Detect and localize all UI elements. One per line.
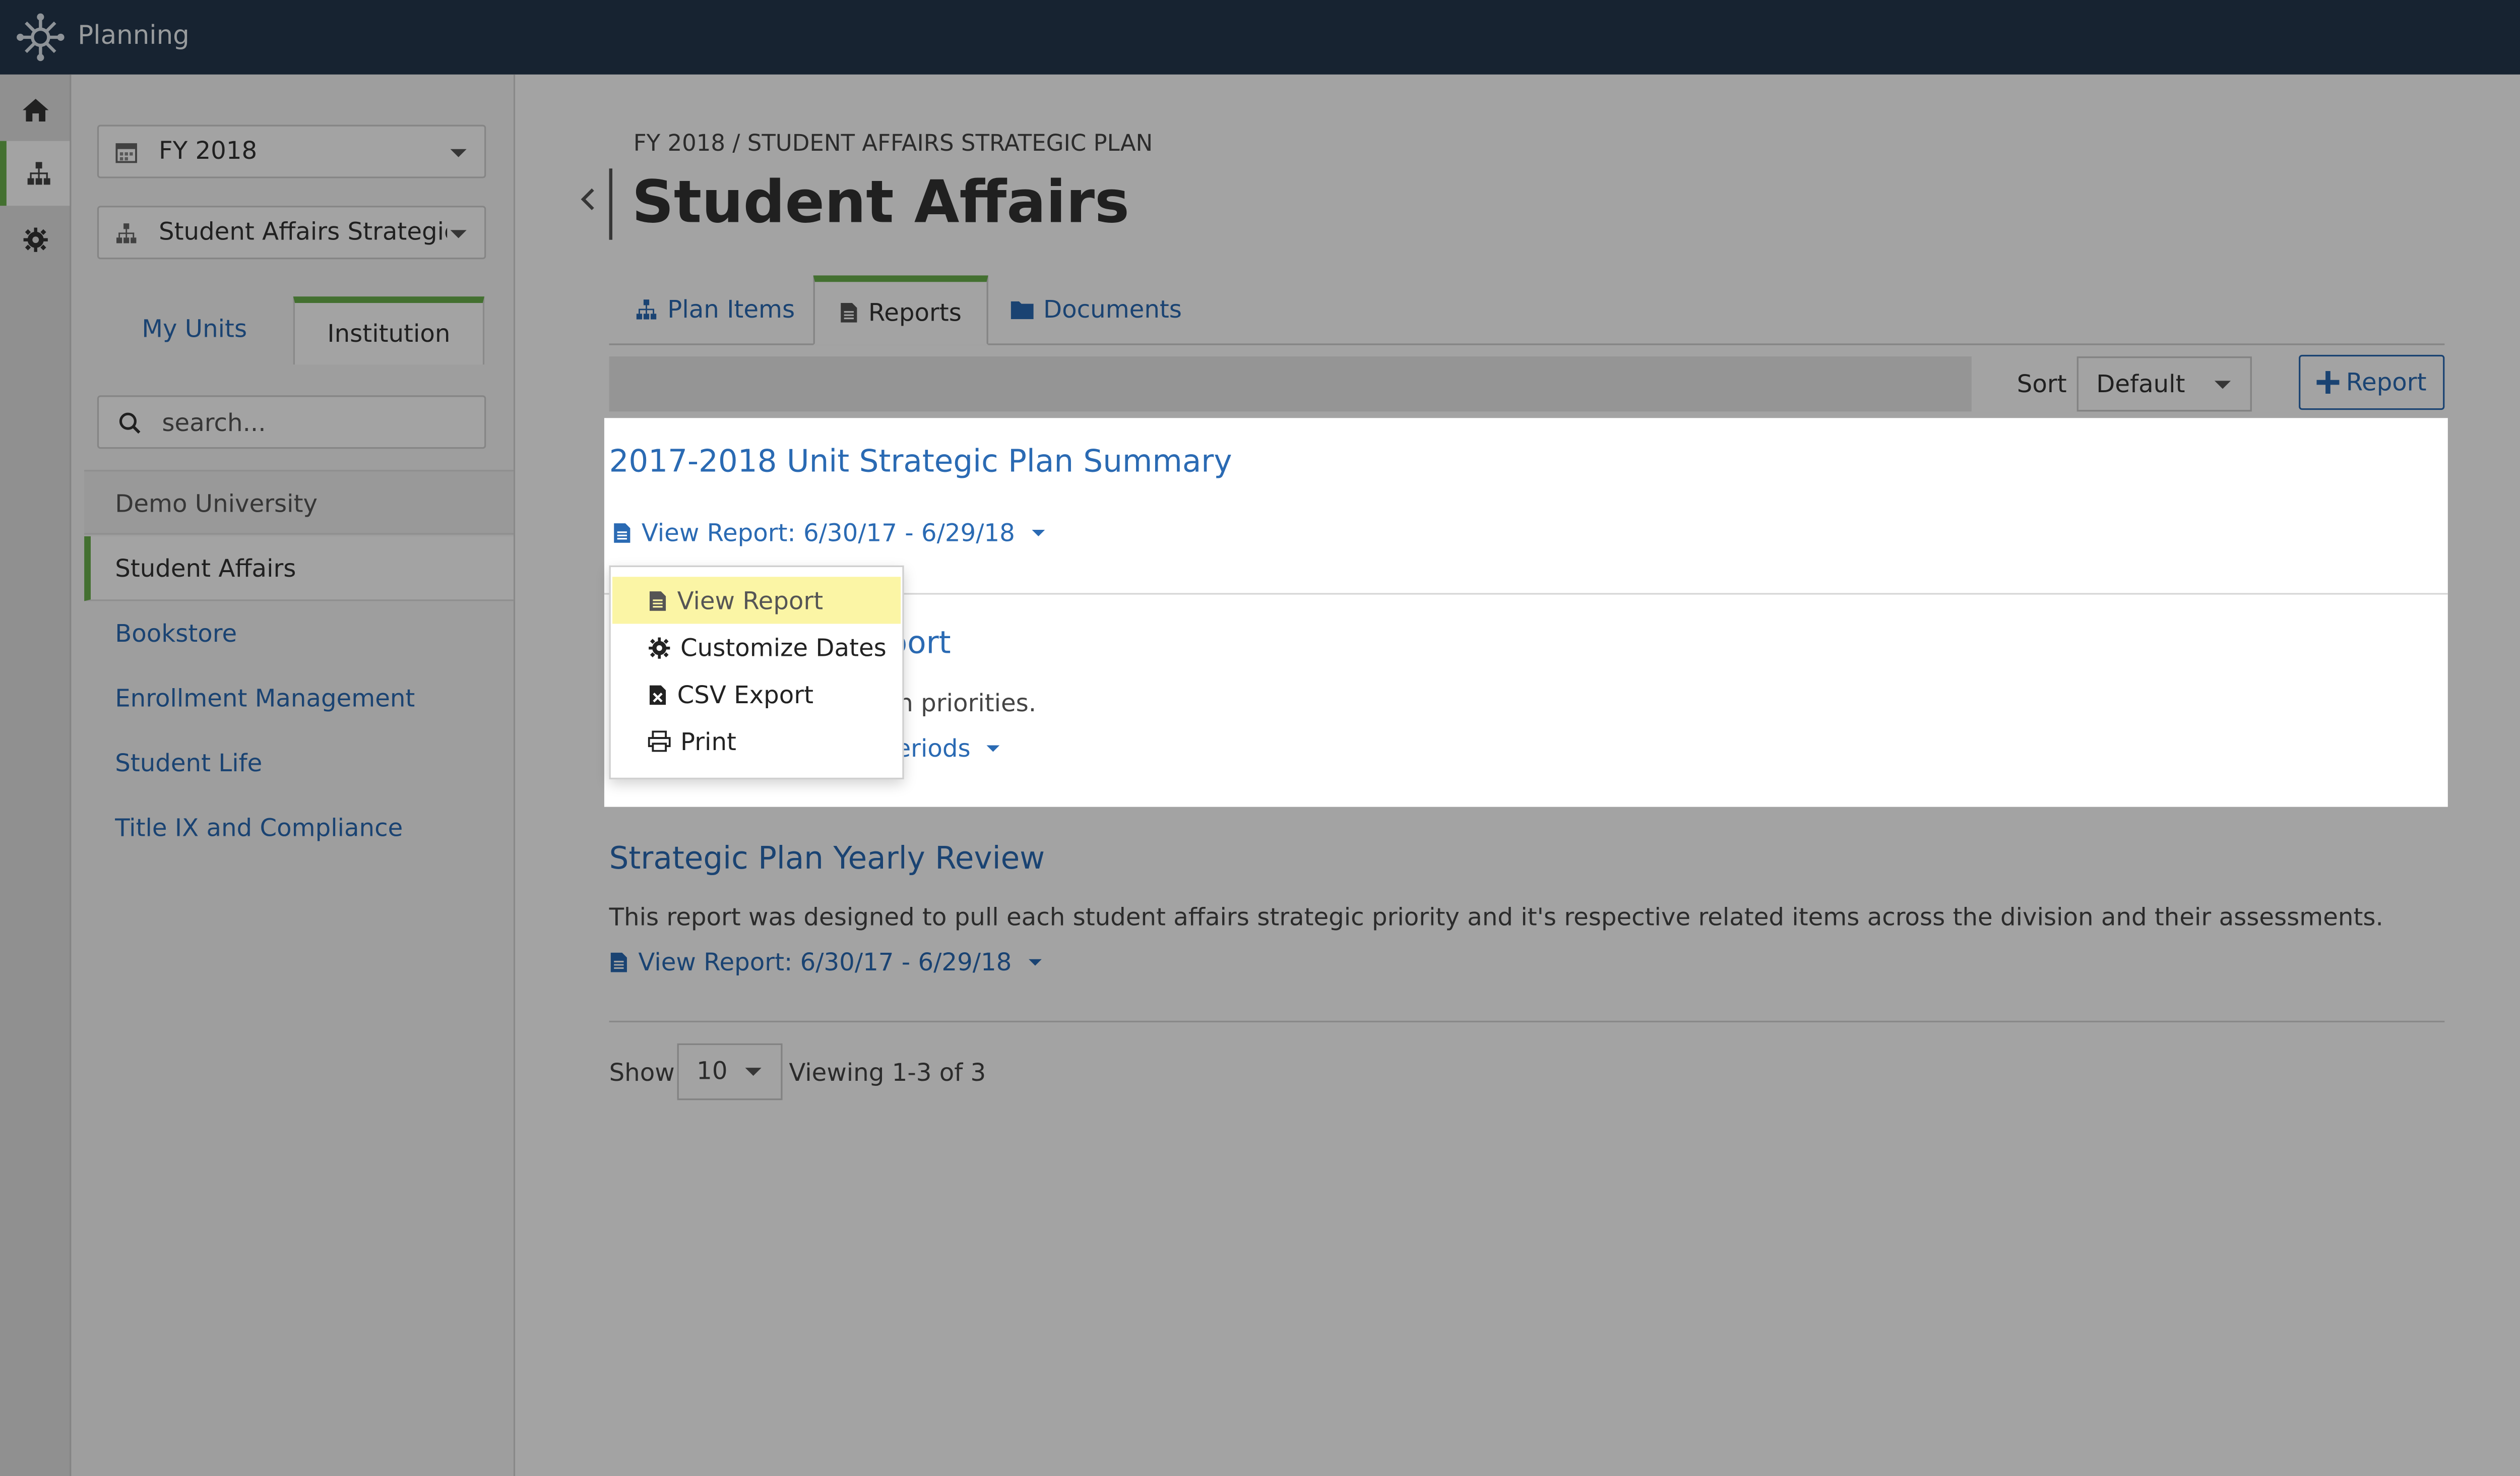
menu-item-print[interactable]: Print [612, 718, 901, 765]
menu-item-label: Print [680, 726, 736, 756]
view-report-dropdown[interactable]: eriods [896, 734, 1000, 763]
gear-icon [649, 636, 670, 658]
menu-item-label: Customize Dates [680, 633, 887, 662]
spreadsheet-file-icon [649, 684, 666, 704]
view-report-label: View Report: 6/30/17 - 6/29/18 [641, 518, 1015, 548]
menu-item-label: CSV Export [677, 680, 814, 709]
chevron-down-icon [986, 745, 1000, 752]
printer-icon [648, 730, 671, 752]
planning-app: Planning FY 2018 Student Affairs Strateg… [0, 0, 2520, 1476]
view-report-label: eriods [896, 733, 971, 763]
document-icon [649, 590, 666, 610]
view-report-dropdown[interactable]: View Report: 6/30/17 - 6/29/18 [612, 518, 1044, 548]
report-description: on priorities. [883, 688, 1037, 718]
menu-item-label: View Report [677, 585, 824, 615]
menu-item-customize-dates[interactable]: Customize Dates [612, 624, 901, 670]
menu-item-csv-export[interactable]: CSV Export [612, 671, 901, 718]
menu-item-view-report[interactable]: View Report [612, 577, 901, 624]
view-report-menu: View Report Customize Dates CSV Export P… [609, 565, 904, 779]
document-icon [614, 523, 631, 543]
report-title[interactable]: 2017-2018 Unit Strategic Plan Summary [609, 444, 1232, 480]
chevron-down-icon [1031, 530, 1044, 536]
